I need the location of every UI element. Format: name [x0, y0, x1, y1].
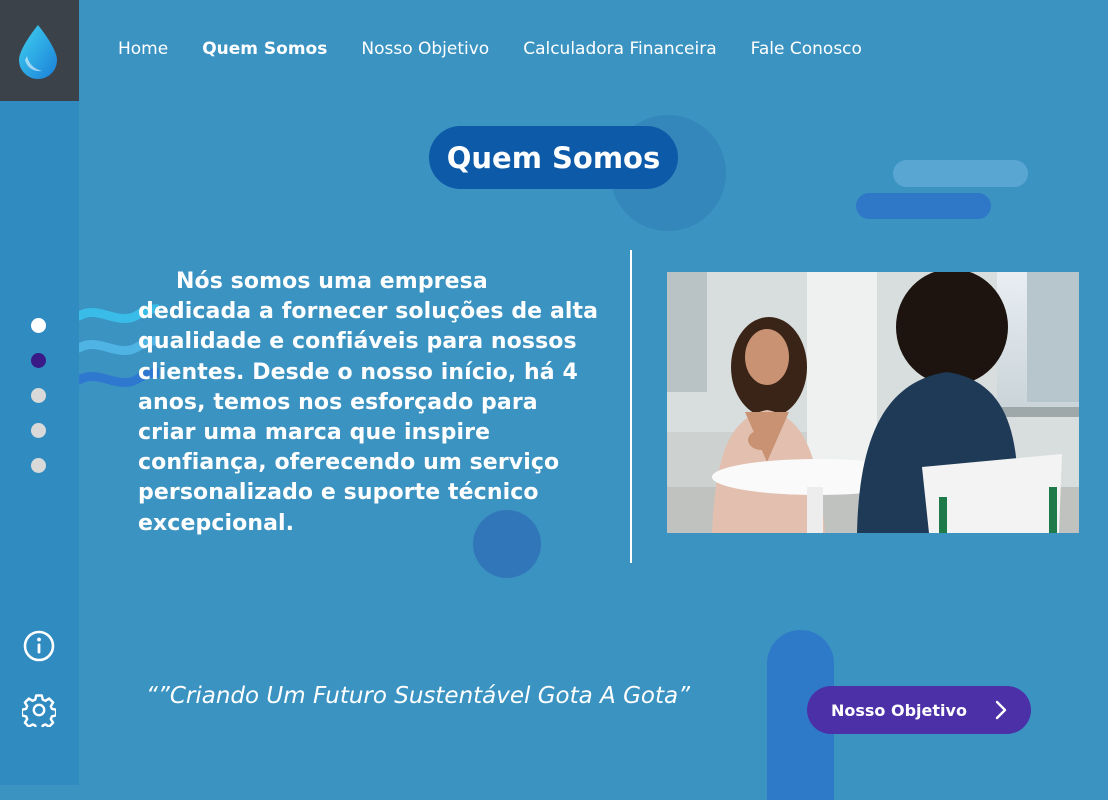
sidebar: [0, 0, 79, 785]
meeting-photo: [667, 272, 1079, 533]
page-title: Quem Somos: [429, 126, 678, 189]
slogan-quote: “”Criando Um Futuro Sustentável Gota A G…: [146, 683, 691, 709]
info-icon[interactable]: [22, 629, 56, 663]
pagination-dot[interactable]: [31, 318, 46, 333]
nav-item-quem-somos[interactable]: Quem Somos: [202, 39, 327, 59]
nosso-objetivo-button-label: Nosso Objetivo: [831, 700, 967, 720]
page-title-text: Quem Somos: [446, 140, 661, 175]
water-drop-icon: [19, 25, 57, 79]
nav-item-home[interactable]: Home: [118, 39, 168, 59]
pagination-dot[interactable]: [31, 388, 46, 403]
nav-item-nosso-objetivo[interactable]: Nosso Objetivo: [361, 39, 489, 59]
nav-item-fale-conosco[interactable]: Fale Conosco: [751, 39, 862, 59]
content-divider: [630, 250, 632, 563]
about-description: Nós somos uma empresa dedicada a fornece…: [138, 269, 599, 536]
gear-icon[interactable]: [22, 693, 56, 727]
pagination-dot-active[interactable]: [31, 353, 46, 368]
decorative-bar: [893, 160, 1028, 187]
top-nav: Home Quem Somos Nosso Objetivo Calculado…: [118, 39, 896, 59]
logo[interactable]: [0, 0, 79, 101]
pagination-dot[interactable]: [31, 423, 46, 438]
nav-item-calculadora-financeira[interactable]: Calculadora Financeira: [523, 39, 716, 59]
pagination-dot[interactable]: [31, 458, 46, 473]
chevron-right-icon: [995, 700, 1007, 720]
page-pagination: [31, 318, 46, 493]
nosso-objetivo-button[interactable]: Nosso Objetivo: [807, 686, 1031, 734]
decorative-bar: [856, 193, 991, 219]
